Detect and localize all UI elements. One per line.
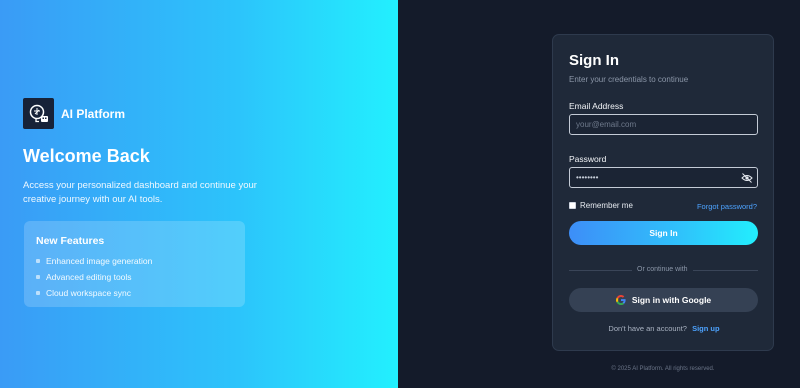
feature-label: Enhanced image generation xyxy=(46,256,153,266)
footer-copyright: © 2025 AI Platform. All rights reserved. xyxy=(611,366,715,372)
password-field[interactable] xyxy=(569,167,758,188)
bullet-icon xyxy=(36,259,40,263)
welcome-description: Access your personalized dashboard and c… xyxy=(23,180,257,205)
signup-row: Don't have an account? Sign up xyxy=(553,324,775,333)
sign-in-button[interactable]: Sign In xyxy=(569,221,758,245)
hero-panel: AI Platform Welcome Back Access your per… xyxy=(0,0,398,388)
forgot-password-link[interactable]: Forgot password? xyxy=(697,202,757,211)
new-features-box: New Features Enhanced image generation A… xyxy=(24,221,245,307)
brand-name: AI Platform xyxy=(61,106,126,121)
feature-label: Cloud workspace sync xyxy=(46,288,132,298)
remember-checkbox[interactable] xyxy=(569,202,576,209)
divider-text: Or continue with xyxy=(632,266,693,273)
signin-card: Sign In Enter your credentials to contin… xyxy=(552,34,774,351)
features-title: New Features xyxy=(36,235,105,247)
bullet-icon xyxy=(36,291,40,295)
signin-title: Sign In xyxy=(569,52,619,69)
eye-slash-icon[interactable] xyxy=(740,172,754,184)
sign-up-link[interactable]: Sign up xyxy=(692,324,720,333)
feature-item: Advanced editing tools xyxy=(36,269,233,285)
feature-item: Enhanced image generation xyxy=(36,253,233,269)
signup-prompt: Don't have an account? xyxy=(608,324,687,333)
feature-item: Cloud workspace sync xyxy=(36,285,233,301)
email-label: Email Address xyxy=(569,101,624,111)
feature-label: Advanced editing tools xyxy=(46,272,132,282)
signin-subtitle: Enter your credentials to continue xyxy=(569,75,689,84)
google-button-label: Sign in with Google xyxy=(631,295,712,305)
google-icon xyxy=(615,295,626,305)
welcome-title: Welcome Back xyxy=(23,146,150,166)
google-sign-in-button[interactable]: Sign in with Google xyxy=(569,288,758,312)
robot-brain-icon xyxy=(23,98,54,129)
remember-me[interactable]: Remember me xyxy=(569,201,633,210)
email-field[interactable] xyxy=(569,114,758,135)
brand: AI Platform xyxy=(23,98,125,129)
bullet-icon xyxy=(36,275,40,279)
password-label: Password xyxy=(569,154,607,164)
remember-label: Remember me xyxy=(580,201,633,210)
